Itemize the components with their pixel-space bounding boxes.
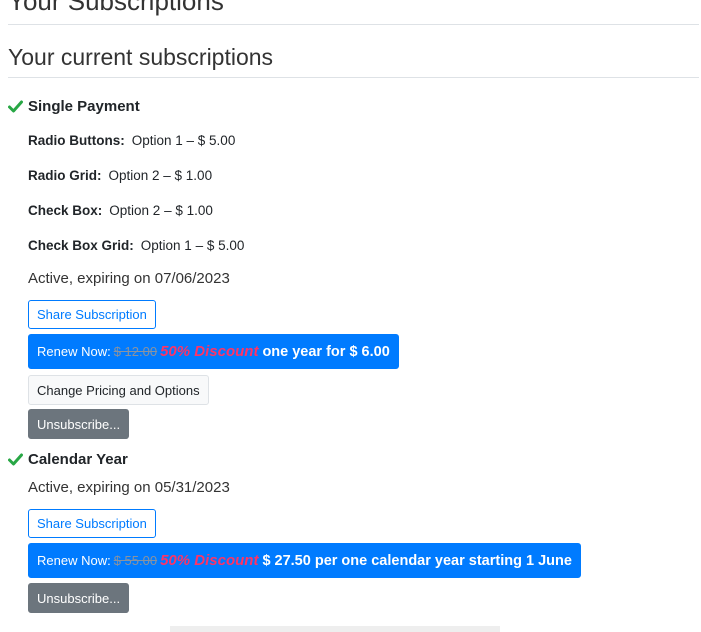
subscription-name: Single Payment	[28, 98, 140, 115]
discount-label: 50% Discount	[160, 552, 259, 569]
option-label: Radio Buttons:	[28, 133, 125, 148]
status-text: Active, expiring on 07/06/2023	[28, 270, 230, 287]
old-price: $ 12.00	[113, 344, 158, 359]
option-row: Check Box Grid: Option 1 – $ 5.00	[28, 238, 244, 253]
title-divider	[8, 24, 699, 25]
subscription-heading: Calendar Year	[8, 451, 128, 468]
subscriptions-page: Your Subscriptions Your current subscrip…	[0, 0, 701, 632]
option-row: Check Box: Option 2 – $ 1.00	[28, 203, 213, 218]
option-label: Check Box Grid:	[28, 238, 134, 253]
section-divider	[8, 77, 699, 78]
section-title: Your current subscriptions	[8, 44, 274, 70]
option-value: Option 1 – $ 5.00	[131, 133, 236, 148]
unsubscribe-button[interactable]: Unsubscribe...	[28, 583, 130, 613]
renew-offer: one year for $ 6.00	[262, 343, 390, 360]
option-value: Option 2 – $ 1.00	[109, 203, 213, 218]
unsubscribe-button[interactable]: Unsubscribe...	[28, 409, 130, 439]
check-icon	[8, 453, 23, 466]
old-price: $ 55.00	[113, 553, 158, 568]
option-row: Radio Buttons: Option 1 – $ 5.00	[28, 133, 235, 148]
renew-now-button[interactable]: Renew Now: $ 12.00 50% Discount one year…	[28, 334, 399, 369]
share-subscription-button[interactable]: Share Subscription	[28, 509, 156, 538]
renew-now-button[interactable]: Renew Now: $ 55.00 50% Discount $ 27.50 …	[28, 543, 581, 578]
subscription-heading: Single Payment	[8, 98, 140, 115]
subscription-name: Calendar Year	[28, 451, 128, 468]
cut-off-content	[170, 626, 500, 632]
renew-offer: $ 27.50 per one calendar year starting 1…	[262, 552, 572, 569]
change-pricing-button[interactable]: Change Pricing and Options	[28, 375, 209, 405]
option-row: Radio Grid: Option 2 – $ 1.00	[28, 168, 212, 183]
page-title: Your Subscriptions	[8, 0, 224, 16]
option-label: Radio Grid:	[28, 168, 102, 183]
renew-prefix: Renew Now:	[37, 553, 111, 568]
discount-label: 50% Discount	[160, 343, 259, 360]
option-value: Option 2 – $ 1.00	[108, 168, 213, 183]
option-value: Option 1 – $ 5.00	[140, 238, 245, 253]
share-subscription-button[interactable]: Share Subscription	[28, 300, 156, 329]
renew-prefix: Renew Now:	[37, 344, 111, 359]
option-label: Check Box:	[28, 203, 103, 218]
status-text: Active, expiring on 05/31/2023	[28, 479, 230, 496]
check-icon	[8, 100, 23, 113]
